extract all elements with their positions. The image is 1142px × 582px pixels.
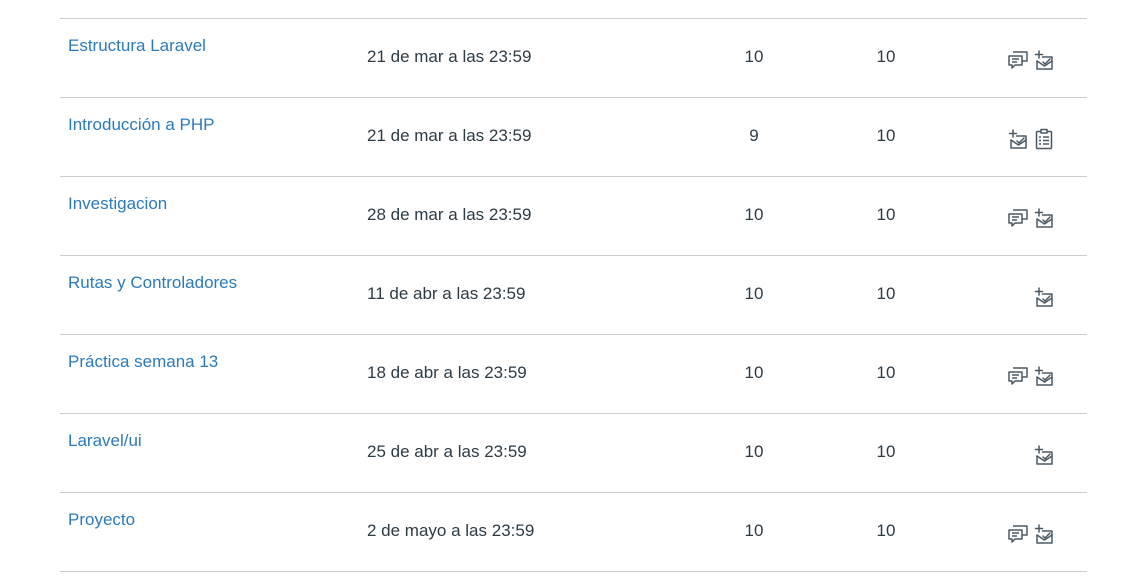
- out-of: 10: [876, 205, 896, 224]
- out-of: 10: [876, 284, 896, 303]
- due-date: 21 de mar a las 23:59: [367, 126, 532, 145]
- score: 10: [744, 284, 764, 303]
- due-date: 25 de abr a las 23:59: [367, 442, 527, 461]
- table-row: Introducción a PHP 21 de mar a las 23:59…: [60, 98, 1087, 177]
- table-row: Estructura Laravel 21 de mar a las 23:59…: [60, 19, 1087, 98]
- comments-icon[interactable]: [1007, 49, 1029, 71]
- comments-icon[interactable]: [1007, 207, 1029, 229]
- row-icons: [1007, 49, 1055, 71]
- row-icons: [1007, 365, 1055, 387]
- assignment-title-link[interactable]: Introducción a PHP: [68, 115, 214, 135]
- out-of: 10: [876, 521, 896, 540]
- assignment-title-link[interactable]: Laravel/ui: [68, 431, 142, 451]
- submission-icon[interactable]: [1033, 49, 1055, 71]
- row-icons: [1007, 128, 1055, 150]
- submission-icon[interactable]: [1033, 365, 1055, 387]
- assignment-title-link[interactable]: Estructura Laravel: [68, 36, 206, 56]
- due-date: 28 de mar a las 23:59: [367, 205, 532, 224]
- score: 10: [744, 363, 764, 382]
- assignment-title-link[interactable]: Práctica semana 13: [68, 352, 218, 372]
- rubric-icon[interactable]: [1033, 128, 1055, 150]
- table-row: Investigacion 28 de mar a las 23:59 10 1…: [60, 177, 1087, 256]
- submission-icon[interactable]: [1033, 444, 1055, 466]
- table-row: Rutas y Controladores 11 de abr a las 23…: [60, 256, 1087, 335]
- out-of: 10: [876, 363, 896, 382]
- score: 10: [744, 205, 764, 224]
- submission-icon[interactable]: [1033, 286, 1055, 308]
- submission-icon[interactable]: [1033, 523, 1055, 545]
- due-date: 2 de mayo a las 23:59: [367, 521, 535, 540]
- assignment-title-link[interactable]: Rutas y Controladores: [68, 273, 237, 293]
- score: 10: [744, 521, 764, 540]
- row-icons: [1007, 523, 1055, 545]
- due-date: 11 de abr a las 23:59: [367, 284, 526, 303]
- out-of: 10: [876, 126, 896, 145]
- assignment-title-link[interactable]: Proyecto: [68, 510, 135, 530]
- score: 10: [744, 442, 764, 461]
- row-icons: [1033, 286, 1055, 308]
- score: 9: [749, 126, 759, 145]
- due-date: 21 de mar a las 23:59: [367, 47, 532, 66]
- submission-icon[interactable]: [1033, 207, 1055, 229]
- submission-icon[interactable]: [1007, 128, 1029, 150]
- row-icons: [1033, 444, 1055, 466]
- comments-icon[interactable]: [1007, 365, 1029, 387]
- out-of: 10: [876, 47, 896, 66]
- table-row: Práctica semana 13 18 de abr a las 23:59…: [60, 335, 1087, 414]
- out-of: 10: [876, 442, 896, 461]
- comments-icon[interactable]: [1007, 523, 1029, 545]
- table-row: Proyecto 2 de mayo a las 23:59 10 10: [60, 493, 1087, 572]
- score: 10: [744, 47, 764, 66]
- row-icons: [1007, 207, 1055, 229]
- assignment-title-link[interactable]: Investigacion: [68, 194, 167, 214]
- grades-table: Estructura Laravel 21 de mar a las 23:59…: [60, 18, 1087, 572]
- due-date: 18 de abr a las 23:59: [367, 363, 527, 382]
- table-row: Laravel/ui 25 de abr a las 23:59 10 10: [60, 414, 1087, 493]
